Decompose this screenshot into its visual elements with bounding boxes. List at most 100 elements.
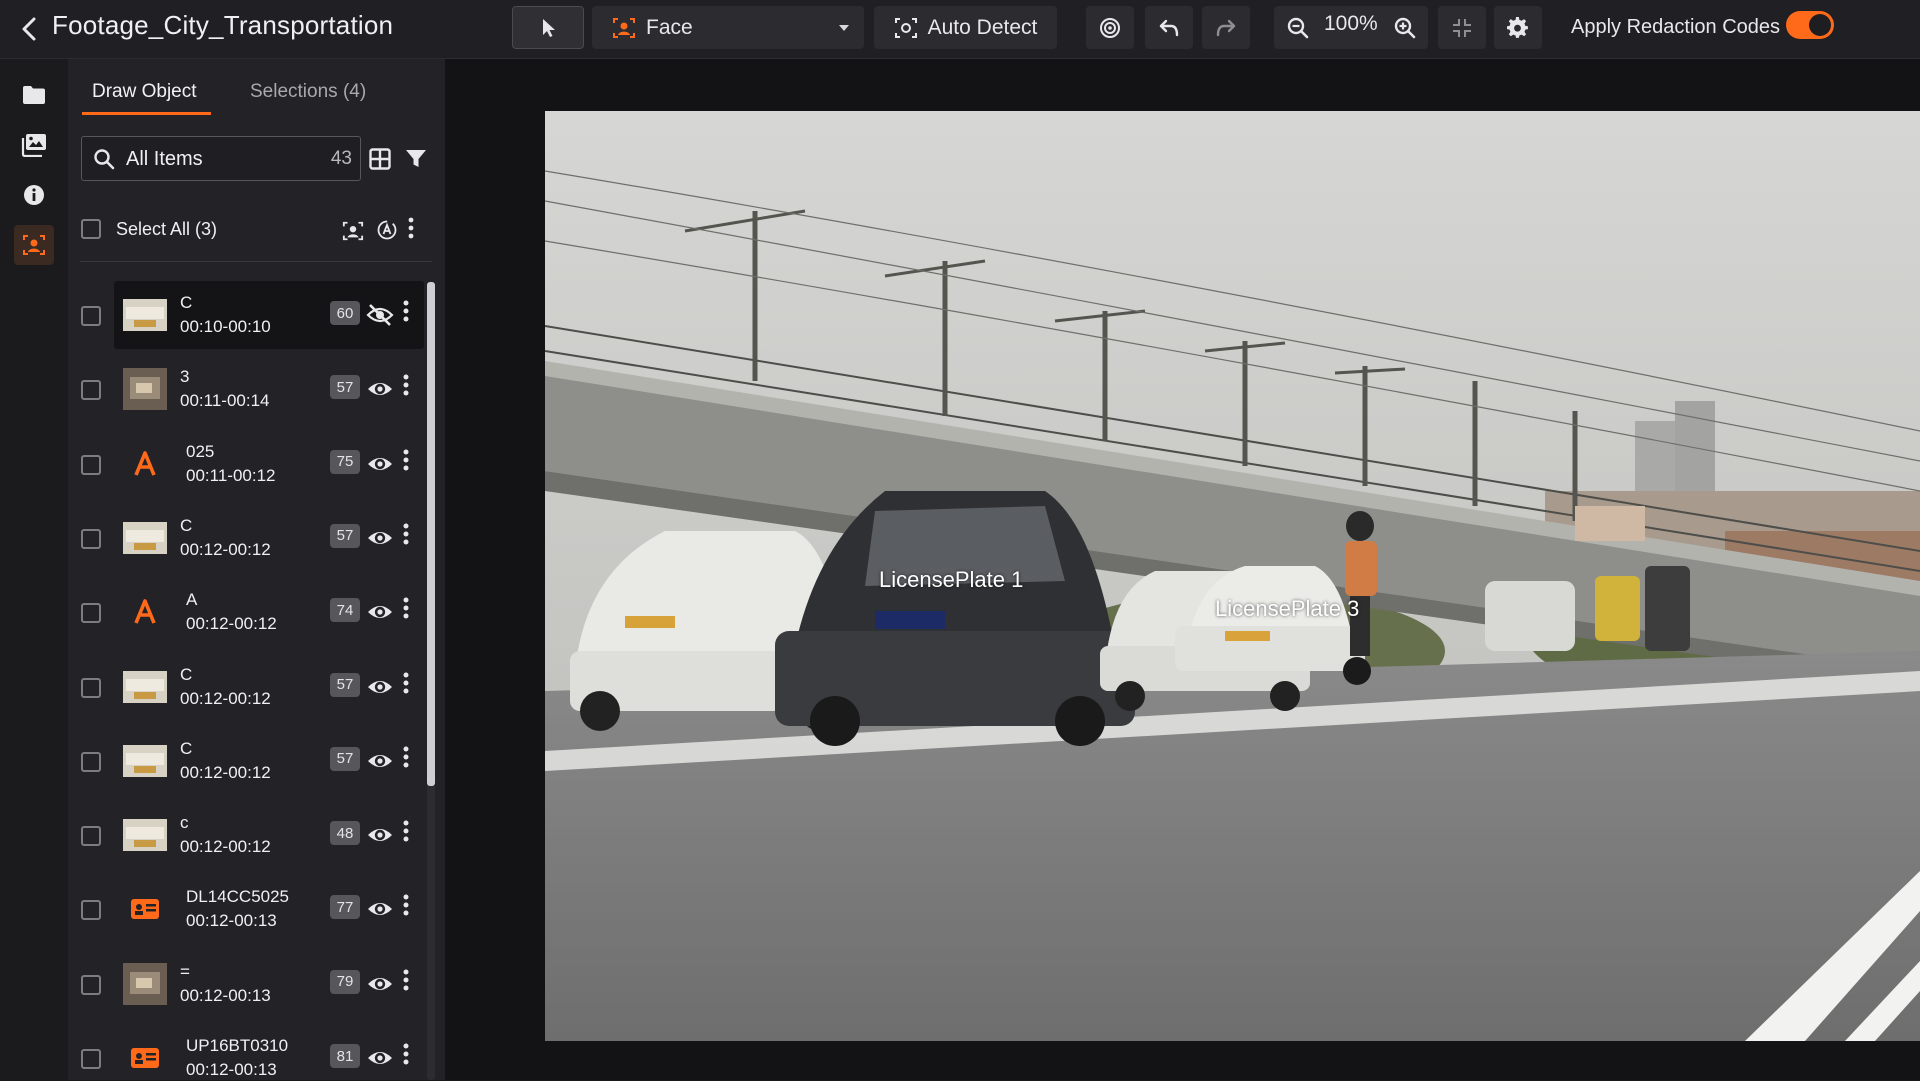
pointer-tool-button[interactable] xyxy=(512,6,584,49)
eye-off-icon[interactable] xyxy=(366,301,394,329)
row-checkbox[interactable] xyxy=(81,528,101,549)
eye-icon[interactable] xyxy=(366,450,394,478)
undo-button[interactable] xyxy=(1145,6,1193,49)
row-checkbox[interactable] xyxy=(81,826,101,847)
row-more-icon[interactable] xyxy=(401,1040,411,1070)
bulk-face-redact-icon[interactable] xyxy=(342,220,364,242)
row-more-icon[interactable] xyxy=(401,520,411,550)
rail-files[interactable] xyxy=(14,75,54,115)
object-thumbnail xyxy=(121,440,169,488)
object-thumbnail xyxy=(121,291,169,339)
object-label: c xyxy=(180,813,189,833)
select-all-row: Select All (3) xyxy=(68,207,445,247)
tab-selections[interactable]: Selections (4) xyxy=(250,81,366,103)
object-time-range: 00:12-00:13 xyxy=(186,911,277,931)
row-more-icon[interactable] xyxy=(401,446,411,476)
bulk-text-redact-icon[interactable] xyxy=(377,220,397,240)
object-label: UP16BT0310 xyxy=(186,1036,289,1055)
face-redaction-icon xyxy=(23,235,45,255)
list-item[interactable]: C 00:12-00:12 57 xyxy=(68,504,428,572)
list-item[interactable]: C 00:12-00:12 57 xyxy=(68,653,428,721)
search-input[interactable] xyxy=(126,146,296,172)
list-item[interactable]: A 00:12-00:12 74 xyxy=(68,578,428,646)
row-checkbox[interactable] xyxy=(81,306,101,326)
row-more-icon[interactable] xyxy=(401,297,411,327)
object-label: 3 xyxy=(180,367,190,387)
list-item[interactable]: UP16BT0310 00:12-00:13 81 xyxy=(68,1024,428,1081)
fit-screen-button[interactable] xyxy=(1438,6,1486,49)
eye-icon[interactable] xyxy=(366,821,394,849)
row-more-icon[interactable] xyxy=(401,669,411,699)
rail-info[interactable] xyxy=(14,175,54,215)
rail-media[interactable] xyxy=(14,125,54,165)
object-label: C xyxy=(180,664,193,684)
tool-type-select[interactable]: Face xyxy=(592,6,864,49)
filter-icon[interactable] xyxy=(405,149,427,169)
object-label: C xyxy=(180,738,193,758)
panel-divider xyxy=(80,261,432,262)
list-item[interactable]: DL14CC5025 00:12-00:13 77 xyxy=(68,875,428,943)
row-checkbox[interactable] xyxy=(81,380,101,401)
auto-detect-icon xyxy=(894,17,917,38)
auto-detect-button[interactable]: Auto Detect xyxy=(874,6,1057,49)
row-checkbox[interactable] xyxy=(81,900,101,921)
object-label: A xyxy=(186,590,198,610)
collapse-icon xyxy=(1453,18,1471,37)
confidence-badge: 74 xyxy=(330,598,360,623)
tab-draw-object[interactable]: Draw Object xyxy=(92,81,197,103)
object-thumbnail xyxy=(121,885,169,933)
eye-icon[interactable] xyxy=(366,970,394,998)
license-plate-label-3[interactable]: LicensePlate 3 xyxy=(1215,596,1359,622)
list-scrollbar[interactable] xyxy=(427,282,435,1080)
list-item[interactable]: = 00:12-00:13 79 xyxy=(68,950,428,1018)
zoom-out-icon[interactable] xyxy=(1286,16,1310,40)
rail-redaction[interactable] xyxy=(14,225,54,265)
list-item[interactable]: C 00:12-00:12 57 xyxy=(68,727,428,795)
undo-icon xyxy=(1159,19,1179,36)
row-more-icon[interactable] xyxy=(401,371,411,401)
license-plate-label-1[interactable]: LicensePlate 1 xyxy=(879,567,1023,593)
eye-icon[interactable] xyxy=(366,673,394,701)
eye-icon[interactable] xyxy=(366,598,394,626)
redo-button[interactable] xyxy=(1202,6,1250,49)
list-item[interactable]: 025 00:11-00:12 75 xyxy=(68,430,428,498)
row-checkbox[interactable] xyxy=(81,1049,101,1069)
target-button[interactable] xyxy=(1086,6,1134,49)
object-thumbnail xyxy=(121,663,169,711)
more-options-icon[interactable] xyxy=(408,217,414,239)
list-item[interactable]: 3 00:11-00:14 57 xyxy=(68,355,428,423)
row-checkbox[interactable] xyxy=(81,974,101,995)
apply-redaction-toggle[interactable] xyxy=(1786,11,1834,39)
row-more-icon[interactable] xyxy=(401,743,411,773)
eye-icon[interactable] xyxy=(366,895,394,923)
back-arrow-icon[interactable] xyxy=(18,14,40,44)
confidence-badge: 79 xyxy=(330,969,360,994)
list-item[interactable]: C 00:10-00:10 60 xyxy=(68,281,428,349)
object-label: = xyxy=(180,961,190,981)
active-tab-indicator xyxy=(82,112,211,115)
row-more-icon[interactable] xyxy=(401,594,411,624)
grid-view-icon[interactable] xyxy=(369,148,391,170)
row-checkbox[interactable] xyxy=(81,603,101,624)
scrollbar-thumb[interactable] xyxy=(427,282,435,786)
row-more-icon[interactable] xyxy=(401,891,411,921)
eye-icon[interactable] xyxy=(366,1044,394,1072)
search-box: 43 xyxy=(81,136,361,181)
left-rail xyxy=(0,59,68,1080)
select-all-checkbox[interactable] xyxy=(81,219,101,239)
row-checkbox[interactable] xyxy=(81,751,101,772)
row-more-icon[interactable] xyxy=(401,966,411,996)
row-checkbox[interactable] xyxy=(81,677,101,698)
eye-icon[interactable] xyxy=(366,747,394,775)
eye-icon[interactable] xyxy=(366,524,394,552)
tool-type-label: Face xyxy=(646,15,693,39)
row-more-icon[interactable] xyxy=(401,817,411,847)
video-frame[interactable]: LicensePlate 1 LicensePlate 3 xyxy=(545,111,1920,1041)
face-detect-icon xyxy=(613,17,635,38)
row-checkbox[interactable] xyxy=(81,454,101,475)
zoom-in-icon[interactable] xyxy=(1393,16,1417,40)
item-count: 43 xyxy=(330,148,352,169)
eye-icon[interactable] xyxy=(366,375,394,403)
settings-button[interactable] xyxy=(1494,6,1542,49)
list-item[interactable]: c 00:12-00:12 48 xyxy=(68,801,428,869)
